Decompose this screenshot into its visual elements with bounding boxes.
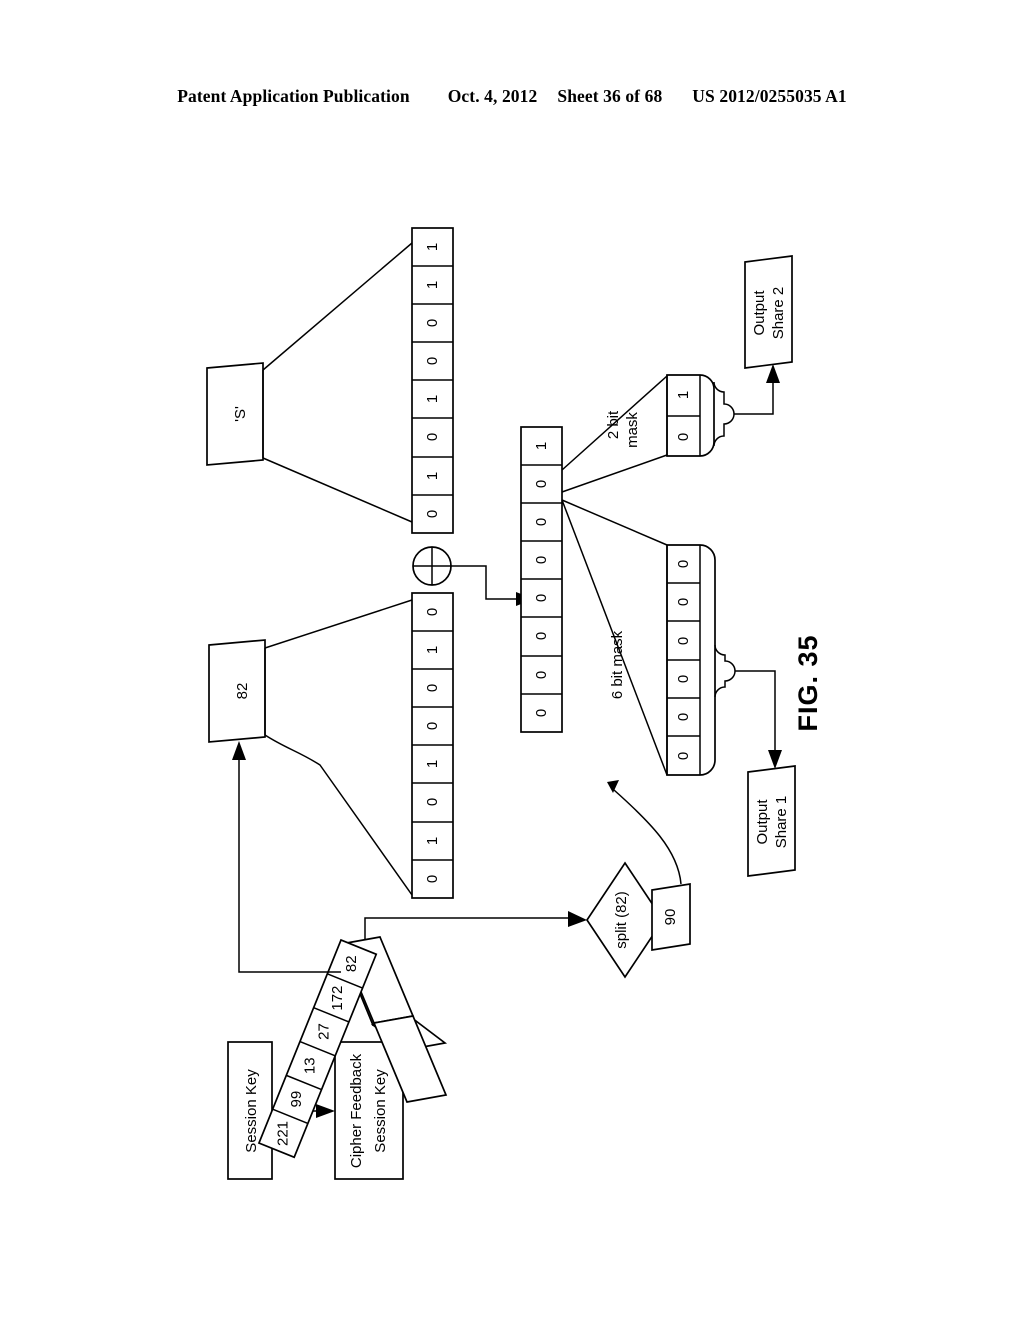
plaintext-char-shape: 'S' <box>206 362 264 466</box>
session-key-label: Session Key <box>243 1069 260 1153</box>
plaintext-bit-array: 1 1 0 0 1 0 1 0 <box>411 227 454 534</box>
split-result-to-mask-arrow <box>607 780 682 885</box>
key-bit-cell: 0 <box>424 722 441 730</box>
xor-result-cell: 0 <box>533 480 550 488</box>
cfb-session-key-line2: Session Key <box>372 1069 389 1153</box>
key-stream-cell: 172 <box>329 986 346 1011</box>
key-bit-array: 0 1 0 0 1 0 1 0 <box>411 592 454 899</box>
plaintext-bit-cell: 1 <box>424 243 441 251</box>
split-decision-label: split (82) <box>613 891 630 949</box>
six-bit-mask-label: 6 bit mask <box>609 630 626 699</box>
key-stream-to-split-arrow <box>364 911 587 945</box>
output-share-2-line1: Output <box>751 290 768 336</box>
plaintext-bit-cell: 0 <box>424 357 441 365</box>
xor-result-array: 1 0 0 0 0 0 0 0 <box>520 426 563 733</box>
key-stream-cell: 82 <box>343 955 360 972</box>
plaintext-bit-cell: 0 <box>424 510 441 518</box>
key-byte-connectors <box>264 599 413 896</box>
two-bit-mask-label-line2: mask <box>624 412 641 448</box>
plaintext-char-label: 'S' <box>232 406 249 422</box>
six-bit-mask-cell: 0 <box>675 675 692 683</box>
key-byte-label: 82 <box>234 683 251 700</box>
xor-operator <box>412 546 452 586</box>
split-result-label: 90 <box>662 909 679 926</box>
key-bit-cell: 1 <box>424 646 441 654</box>
key-bit-cell: 0 <box>424 875 441 883</box>
xor-result-cell: 1 <box>533 442 550 450</box>
session-key-box: Session Key <box>227 1041 273 1180</box>
six-bit-mask-cell: 0 <box>675 598 692 606</box>
xor-result-cell: 0 <box>533 632 550 640</box>
xor-result-cell: 0 <box>533 594 550 602</box>
plaintext-bit-cell: 0 <box>424 433 441 441</box>
key-bit-cell: 0 <box>424 608 441 616</box>
key-stream-cell: 27 <box>315 1023 332 1040</box>
cfb-session-key-line1: Cipher Feedback <box>348 1053 365 1168</box>
key-byte-shape: 82 <box>208 639 266 743</box>
six-bit-mask-cell: 0 <box>675 560 692 568</box>
xor-result-cell: 0 <box>533 671 550 679</box>
key-stream-cell: 13 <box>302 1057 319 1074</box>
two-bit-mask-cell: 1 <box>675 391 692 399</box>
xor-result-cell: 0 <box>533 709 550 717</box>
xor-result-cell: 0 <box>533 518 550 526</box>
key-bit-cell: 0 <box>424 684 441 692</box>
key-bit-cell: 0 <box>424 798 441 806</box>
six-bit-mask-cell: 0 <box>675 713 692 721</box>
key-bit-cell: 1 <box>424 760 441 768</box>
plaintext-bit-cell: 0 <box>424 319 441 327</box>
output-share-1-line1: Output <box>754 799 771 845</box>
two-bit-mask-brace <box>713 364 780 447</box>
output-share-1-shape: Output Share 1 <box>747 765 796 877</box>
figure-label: FIG. 35 <box>793 634 823 731</box>
patent-page: Patent Application Publication Oct. 4, 20… <box>0 0 1024 1320</box>
six-bit-mask-brace <box>714 644 782 769</box>
xor-result-cell: 0 <box>533 556 550 564</box>
output-share-2-shape: Output Share 2 <box>744 255 793 369</box>
two-bit-mask-cell: 0 <box>675 433 692 441</box>
six-bit-mask-cells: 0 0 0 0 0 0 <box>666 544 716 776</box>
plaintext-connectors <box>262 242 413 523</box>
plaintext-bit-cell: 1 <box>424 281 441 289</box>
six-bit-mask-cell: 0 <box>675 752 692 760</box>
plaintext-bit-cell: 1 <box>424 472 441 480</box>
two-bit-mask-cells: 1 0 <box>666 374 715 457</box>
key-bit-cell: 1 <box>424 837 441 845</box>
key-stream-cell: 99 <box>288 1091 305 1108</box>
split-result-shape: 90 <box>651 883 691 951</box>
output-share-1-line2: Share 1 <box>773 796 790 849</box>
key-stream-to-key-byte-arrow <box>232 741 341 973</box>
output-share-2-line2: Share 2 <box>770 287 787 340</box>
key-stream-cell: 221 <box>274 1121 291 1146</box>
two-bit-mask-label-line1: 2 bit <box>605 410 622 439</box>
two-bit-mask-funnel: 2 bit mask <box>561 375 668 493</box>
plaintext-bit-cell: 1 <box>424 395 441 403</box>
figure-35-diagram: 'S' 1 1 0 0 1 0 1 0 82 0 1 0 0 1 0 1 0 1… <box>206 227 823 1180</box>
six-bit-mask-cell: 0 <box>675 637 692 645</box>
six-bit-mask-funnel: 6 bit mask <box>561 499 668 776</box>
